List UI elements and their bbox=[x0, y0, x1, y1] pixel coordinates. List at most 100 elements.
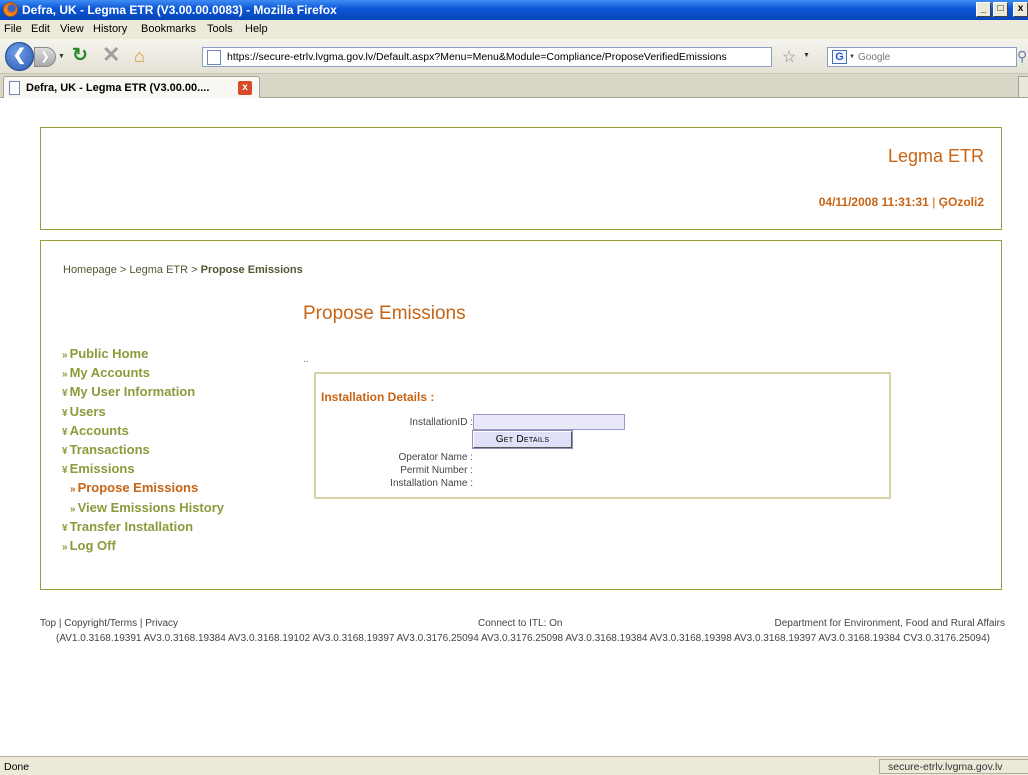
url-text[interactable]: https://secure-etrlv.lvgma.gov.lv/Defaul… bbox=[227, 51, 727, 63]
nav-label: Transfer Installation bbox=[69, 518, 194, 534]
nav-item-users[interactable]: ¥ Users bbox=[62, 404, 292, 423]
nav-expand-icon: ¥ bbox=[62, 426, 68, 438]
username: ĢOzoli2 bbox=[938, 195, 984, 209]
search-input[interactable] bbox=[858, 50, 1008, 64]
department-name: Department for Environment, Food and Rur… bbox=[774, 618, 1005, 629]
breadcrumb-separator: > bbox=[188, 264, 201, 276]
tab-legma-etr[interactable]: Defra, UK - Legma ETR (V3.00.00.... x bbox=[3, 76, 260, 99]
search-engine-dropdown-icon[interactable]: ▼ bbox=[849, 54, 855, 60]
nav-item-log-off[interactable]: » Log Off bbox=[62, 538, 292, 557]
version-info: (AV1.0.3168.19391 AV3.0.3168.19384 AV3.0… bbox=[56, 633, 990, 644]
installation-name-label: Installation Name : bbox=[390, 478, 473, 489]
itl-connection-status: Connect to ITL: On bbox=[478, 618, 563, 629]
google-search-engine-icon[interactable]: G bbox=[832, 50, 847, 64]
breadcrumb: Homepage > Legma ETR > Propose Emissions bbox=[63, 264, 303, 276]
nav-label: My User Information bbox=[69, 384, 196, 400]
forward-arrow-icon[interactable]: ❯ bbox=[34, 47, 56, 67]
nav-item-public-home[interactable]: » Public Home bbox=[62, 346, 292, 365]
nav-arrow-icon: » bbox=[62, 350, 68, 361]
nav-item-my-accounts[interactable]: » My Accounts bbox=[62, 365, 292, 384]
main-content: Homepage > Legma ETR > Propose Emissions… bbox=[40, 240, 1002, 590]
menu-bar: File Edit View History Bookmarks Tools H… bbox=[0, 20, 1028, 39]
nav-label: Emissions bbox=[69, 461, 135, 477]
nav-arrow-icon: » bbox=[70, 484, 76, 496]
window-title: Defra, UK - Legma ETR (V3.00.00.0083) - … bbox=[22, 3, 337, 17]
nav-item-emissions[interactable]: ¥ Emissions bbox=[62, 461, 292, 480]
separator: | bbox=[932, 195, 936, 209]
status-host: secure-etrlv.lvgma.gov.lv bbox=[879, 759, 1028, 774]
permit-number-label: Permit Number : bbox=[400, 465, 473, 476]
nav-expand-icon: ¥ bbox=[62, 445, 68, 457]
menu-history[interactable]: History bbox=[93, 23, 127, 35]
nav-expand-icon: ¥ bbox=[62, 388, 68, 400]
nav-expand-icon: ¥ bbox=[62, 465, 68, 477]
nav-label: Transactions bbox=[69, 441, 150, 457]
back-arrow-icon[interactable]: ❮ bbox=[5, 42, 34, 71]
nav-item-propose-emissions[interactable]: » Propose Emissions bbox=[62, 480, 292, 499]
nav-item-my-user-information[interactable]: ¥ My User Information bbox=[62, 384, 292, 403]
session-info: 04/11/2008 11:31:31 | ĢOzoli2 bbox=[819, 195, 984, 209]
page-icon bbox=[207, 50, 221, 65]
menu-bookmarks[interactable]: Bookmarks bbox=[141, 23, 196, 35]
document-icon bbox=[9, 81, 20, 95]
tab-label[interactable]: Defra, UK - Legma ETR (V3.00.00.... bbox=[26, 82, 209, 94]
page-viewport: Legma ETR 04/11/2008 11:31:31 | ĢOzoli2 … bbox=[0, 98, 1028, 756]
nav-label: Propose Emissions bbox=[77, 480, 199, 496]
close-window-button[interactable]: x bbox=[1013, 2, 1028, 17]
installation-id-input[interactable] bbox=[473, 414, 625, 430]
home-icon[interactable]: ⌂ bbox=[134, 46, 145, 66]
search-bar[interactable]: G ▼ bbox=[827, 47, 1017, 67]
close-tab-icon[interactable]: x bbox=[238, 81, 252, 95]
nav-label: Log Off bbox=[69, 537, 116, 553]
window-title-bar: Defra, UK - Legma ETR (V3.00.00.0083) - … bbox=[0, 0, 1028, 20]
nav-item-transactions[interactable]: ¥ Transactions bbox=[62, 442, 292, 461]
tab-scroll-area bbox=[1018, 76, 1028, 98]
minimize-button[interactable]: _ bbox=[976, 2, 991, 17]
address-bar[interactable]: https://secure-etrlv.lvgma.gov.lv/Defaul… bbox=[202, 47, 772, 67]
history-dropdown-icon[interactable]: ▼ bbox=[58, 53, 65, 60]
footer-links[interactable]: Top | Copyright/Terms | Privacy bbox=[40, 618, 178, 629]
get-details-button[interactable]: Get Details bbox=[472, 430, 573, 449]
reload-icon[interactable]: ↻ bbox=[72, 46, 88, 65]
nav-arrow-icon: » bbox=[62, 369, 68, 381]
menu-file[interactable]: File bbox=[4, 23, 22, 35]
nav-expand-icon: ¥ bbox=[62, 522, 68, 534]
installation-id-label: InstallationID : bbox=[409, 417, 473, 428]
nav-label: Accounts bbox=[69, 422, 129, 438]
installation-details-title: Installation Details : bbox=[321, 390, 435, 404]
menu-view[interactable]: View bbox=[60, 23, 84, 35]
stop-icon[interactable]: ✕ bbox=[102, 44, 120, 66]
nav-item-accounts[interactable]: ¥ Accounts bbox=[62, 423, 292, 442]
nav-arrow-icon: » bbox=[70, 503, 76, 515]
tab-strip: Defra, UK - Legma ETR (V3.00.00.... x bbox=[0, 74, 1028, 99]
nav-label: My Accounts bbox=[69, 365, 150, 381]
nav-arrow-icon: » bbox=[62, 541, 68, 553]
nav-label: Public Home bbox=[69, 346, 149, 361]
nav-label: View Emissions History bbox=[77, 499, 224, 515]
placeholder-dots: .. bbox=[303, 354, 309, 365]
breadcrumb-current: Propose Emissions bbox=[200, 264, 303, 276]
breadcrumb-legma-etr[interactable]: Legma ETR bbox=[129, 264, 188, 276]
site-title: Legma ETR bbox=[887, 146, 984, 166]
menu-edit[interactable]: Edit bbox=[31, 23, 50, 35]
installation-details-panel: Installation Details : InstallationID : … bbox=[314, 372, 891, 499]
search-magnifier-icon[interactable]: ⚲ bbox=[1017, 48, 1027, 65]
menu-tools[interactable]: Tools bbox=[207, 23, 233, 35]
bookmark-star-icon[interactable]: ☆ bbox=[782, 47, 796, 67]
operator-name-label: Operator Name : bbox=[398, 452, 473, 463]
sidebar-nav: » Public Home » My Accounts ¥ My User Infor… bbox=[62, 346, 292, 557]
nav-item-transfer-installation[interactable]: ¥ Transfer Installation bbox=[62, 519, 292, 538]
breadcrumb-separator: > bbox=[116, 264, 130, 276]
url-dropdown-icon[interactable]: ▼ bbox=[803, 52, 810, 59]
page-title: Propose Emissions bbox=[303, 303, 466, 324]
navigation-toolbar: ❮ ❯ ▼ ↻ ✕ ⌂ https://secure-etrlv.lvgma.g… bbox=[0, 39, 1028, 74]
site-header: Legma ETR 04/11/2008 11:31:31 | ĢOzoli2 bbox=[40, 127, 1002, 230]
nav-item-view-emissions-history[interactable]: » View Emissions History bbox=[62, 500, 292, 519]
menu-help[interactable]: Help bbox=[245, 23, 268, 35]
maximize-button[interactable]: □ bbox=[993, 2, 1008, 17]
nav-expand-icon: ¥ bbox=[62, 407, 68, 419]
status-text: Done bbox=[4, 761, 30, 773]
status-bar: Done secure-etrlv.lvgma.gov.lv bbox=[0, 756, 1028, 775]
nav-label: Users bbox=[69, 403, 106, 419]
breadcrumb-homepage[interactable]: Homepage bbox=[63, 264, 117, 276]
